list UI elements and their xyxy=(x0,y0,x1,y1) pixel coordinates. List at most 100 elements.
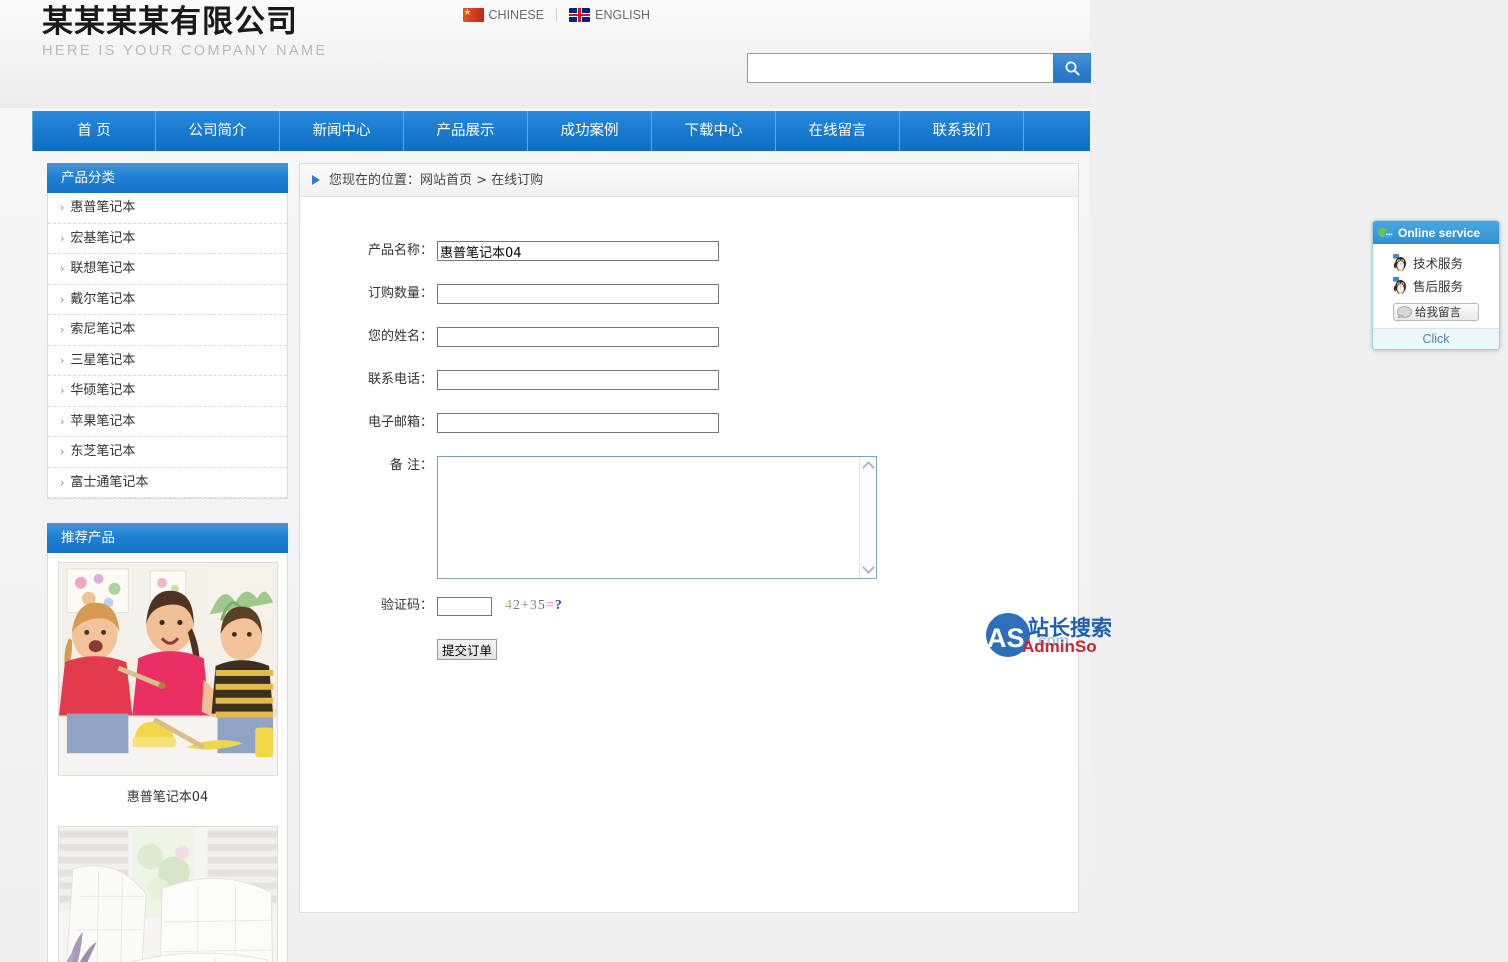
message-bubble-icon xyxy=(1397,306,1412,318)
sidebar-item-sony[interactable]: › 索尼笔记本 xyxy=(48,315,287,346)
nav-item-about[interactable]: 公司简介 xyxy=(156,111,280,151)
main-content: 您现在的位置：网站首页 > 在线订购 产品名称： 订购数量： 您的姓名： xyxy=(299,163,1112,913)
customer-name-input[interactable] xyxy=(437,327,719,347)
sidebar-item-label: 戴尔笔记本 xyxy=(70,291,136,307)
search-icon xyxy=(1065,61,1080,76)
chevron-up-icon[interactable] xyxy=(861,461,875,474)
product-name-label: 产品名称： xyxy=(367,243,433,258)
note-scrollbar[interactable] xyxy=(859,457,876,578)
form-row-product-name: 产品名称： xyxy=(300,241,1078,261)
chat-bubbles-icon xyxy=(1378,227,1394,238)
search-button[interactable] xyxy=(1053,53,1091,83)
captcha-char: 4 xyxy=(505,598,513,613)
sidebar-item-label: 东芝笔记本 xyxy=(70,444,136,459)
form-row-name: 您的姓名： xyxy=(300,327,1078,347)
page-root: 某某某某有限公司 HERE IS YOUR COMPANY NAME CHINE… xyxy=(0,0,1508,962)
list-item[interactable]: 惠普笔记本04 xyxy=(48,553,287,817)
nav-item-message[interactable]: 在线留言 xyxy=(776,111,900,151)
product-image-sofa xyxy=(58,826,278,962)
form-row-email: 电子邮箱： xyxy=(300,413,1078,433)
sidebar-item-dell[interactable]: › 戴尔笔记本 xyxy=(48,285,287,315)
online-service-after-sales[interactable]: 售后服务 xyxy=(1373,274,1499,297)
email-label: 电子邮箱： xyxy=(367,415,433,430)
recommend-panel: 推荐产品 惠普笔记本04 xyxy=(47,523,288,962)
form-row-captcha: 验证码： 42+35=? xyxy=(300,596,1078,616)
captcha-input[interactable] xyxy=(437,596,492,616)
online-service-widget: Online service 技术服务 售后服务 给我留言 Click xyxy=(1372,220,1500,350)
form-row-quantity: 订购数量： xyxy=(300,284,1078,304)
quantity-input[interactable] xyxy=(437,284,719,304)
chevron-right-icon: › xyxy=(60,231,65,245)
chevron-right-icon: › xyxy=(60,292,65,306)
captcha-char: 3 xyxy=(529,598,538,613)
note-textarea[interactable] xyxy=(438,457,861,578)
sidebar-item-apple[interactable]: › 苹果笔记本 xyxy=(48,407,287,437)
chevron-right-icon: › xyxy=(60,323,65,336)
sidebar: 产品分类 › 惠普笔记本 › 宏基笔记本 › 联想笔记本 › 戴尔笔记本 › 索尼笔记本 … xyxy=(47,163,288,962)
nav-item-products[interactable]: 产品展示 xyxy=(404,111,528,151)
chevron-right-icon: › xyxy=(60,445,65,458)
quantity-label: 订购数量： xyxy=(367,286,433,301)
language-switcher: CHINESE ENGLISH xyxy=(451,8,662,22)
nav-item-downloads[interactable]: 下载中心 xyxy=(652,111,776,151)
sidebar-item-hp[interactable]: › 惠普笔记本 xyxy=(48,193,287,224)
online-service-footer[interactable]: Click xyxy=(1373,328,1499,349)
online-service-item-label: 技术服务 xyxy=(1413,256,1464,271)
qq-penguin-icon xyxy=(1393,254,1406,271)
language-english[interactable]: ENGLISH xyxy=(557,8,662,22)
online-service-tech-support[interactable]: 技术服务 xyxy=(1373,251,1499,274)
language-chinese[interactable]: CHINESE xyxy=(451,8,557,22)
chevron-right-icon: › xyxy=(60,384,65,397)
uk-flag-icon xyxy=(569,8,591,22)
submit-order-button[interactable]: 提交订单 xyxy=(437,639,498,660)
chevron-right-icon: › xyxy=(60,201,65,214)
note-textarea-wrapper xyxy=(437,456,877,579)
category-list: › 惠普笔记本 › 宏基笔记本 › 联想笔记本 › 戴尔笔记本 › 索尼笔记本 › 三星笔记… xyxy=(47,193,288,499)
main-navigation: 首 页 公司简介 新闻中心 产品展示 成功案例 下载中心 在线留言 联系我们 xyxy=(32,111,1090,151)
chevron-down-icon[interactable] xyxy=(861,561,875,574)
nav-item-cases[interactable]: 成功案例 xyxy=(528,111,652,151)
captcha-char: = xyxy=(545,598,555,613)
sidebar-item-label: 联想笔记本 xyxy=(70,261,136,276)
sidebar-item-fujitsu[interactable]: › 富士通笔记本 xyxy=(48,468,287,498)
captcha-challenge: 42+35=? xyxy=(505,598,563,614)
list-item[interactable] xyxy=(48,817,287,962)
note-label: 备 注： xyxy=(389,458,433,473)
phone-label: 联系电话： xyxy=(367,372,433,387)
category-panel-title: 产品分类 xyxy=(47,163,288,193)
leave-message-button[interactable]: 给我留言 xyxy=(1393,303,1479,321)
sidebar-item-acer[interactable]: › 宏基笔记本 xyxy=(48,224,287,254)
nav-item-home[interactable]: 首 页 xyxy=(32,111,156,151)
sidebar-item-toshiba[interactable]: › 东芝笔记本 xyxy=(48,437,287,468)
chevron-right-icon: › xyxy=(60,262,65,275)
sidebar-item-samsung[interactable]: › 三星笔记本 xyxy=(48,346,287,376)
product-image-kids xyxy=(58,562,278,776)
recommend-list: 惠普笔记本04 xyxy=(47,553,288,962)
captcha-char: 5 xyxy=(537,598,546,613)
breadcrumb-text: 您现在的位置：网站首页 > 在线订购 xyxy=(329,172,544,188)
email-input[interactable] xyxy=(437,413,719,433)
captcha-char: + xyxy=(521,598,530,613)
customer-name-label: 您的姓名： xyxy=(367,329,433,344)
form-row-submit: 提交订单 xyxy=(300,639,1078,660)
nav-item-contact[interactable]: 联系我们 xyxy=(900,111,1024,151)
leave-message-label: 给我留言 xyxy=(1415,305,1461,319)
online-service-item-label: 售后服务 xyxy=(1413,279,1464,294)
nav-item-news[interactable]: 新闻中心 xyxy=(280,111,404,151)
sidebar-item-label: 索尼笔记本 xyxy=(70,322,136,337)
site-logo[interactable]: 某某某某有限公司 HERE IS YOUR COMPANY NAME xyxy=(42,2,328,60)
site-container: 某某某某有限公司 HERE IS YOUR COMPANY NAME CHINE… xyxy=(0,0,1112,962)
phone-input[interactable] xyxy=(437,370,719,390)
captcha-char: ? xyxy=(554,598,563,613)
search-box xyxy=(747,53,1091,83)
search-input[interactable] xyxy=(747,53,1053,83)
online-service-header: Online service xyxy=(1373,221,1499,244)
triangle-right-icon xyxy=(312,175,320,185)
language-english-label: ENGLISH xyxy=(595,8,650,22)
product-name-input[interactable] xyxy=(437,241,719,261)
sidebar-item-lenovo[interactable]: › 联想笔记本 xyxy=(48,254,287,285)
online-service-title: Online service xyxy=(1398,225,1481,240)
sidebar-item-asus[interactable]: › 华硕笔记本 xyxy=(48,376,287,407)
logo-english-name: HERE IS YOUR COMPANY NAME xyxy=(42,43,328,59)
form-row-note: 备 注： xyxy=(300,456,1078,579)
